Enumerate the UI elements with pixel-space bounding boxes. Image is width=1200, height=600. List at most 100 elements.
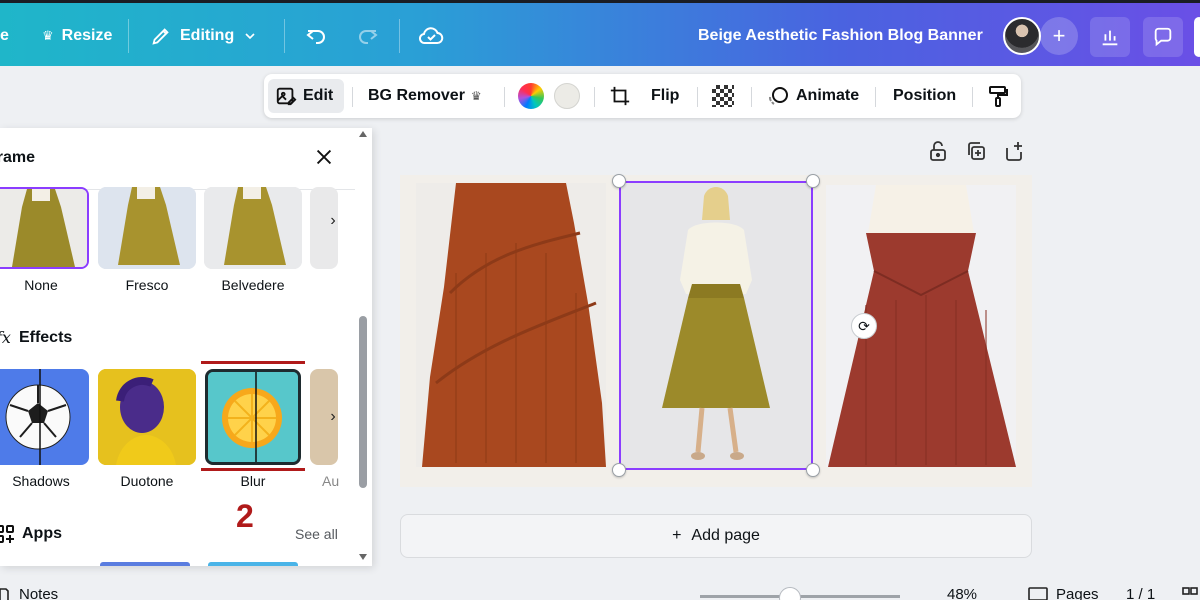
duplicate-page-icon[interactable] <box>966 140 986 162</box>
soccer-ball-icon <box>5 369 71 465</box>
effect-option-blur[interactable] <box>205 369 301 465</box>
design-title[interactable]: Beige Aesthetic Fashion Blog Banner <box>698 27 983 45</box>
page-actions <box>928 140 1024 162</box>
notes-button[interactable]: Notes <box>19 586 58 600</box>
header-divider <box>284 19 285 53</box>
redo-button[interactable] <box>356 6 380 66</box>
frame-option-belvedere[interactable] <box>204 187 302 269</box>
animate-button[interactable]: Animate <box>766 74 859 118</box>
share-add-button[interactable]: + <box>1040 17 1078 55</box>
home-menu-button[interactable]: e <box>0 6 9 66</box>
pages-button[interactable]: Pages <box>1056 586 1099 600</box>
editing-label: Editing <box>180 27 235 44</box>
paint-roller-icon <box>989 86 1008 107</box>
animate-label: Animate <box>796 87 860 104</box>
apps-section-title: Apps <box>0 525 62 543</box>
add-page-label: Add page <box>691 527 760 544</box>
frames-scroll-right-button[interactable]: › <box>324 212 342 230</box>
redo-icon <box>359 30 378 44</box>
avatar[interactable] <box>1003 17 1041 55</box>
toolbar-divider <box>352 87 353 107</box>
lock-icon[interactable] <box>928 140 948 162</box>
effect-label-partial: Au <box>322 473 340 489</box>
see-all-link[interactable]: See all <box>295 526 338 542</box>
plus-icon: + <box>1052 23 1066 48</box>
resize-handle-top-left[interactable] <box>612 174 626 188</box>
add-page-button[interactable]: + Add page <box>400 514 1032 558</box>
insights-button[interactable] <box>1090 17 1130 57</box>
color-swatch-button[interactable] <box>554 74 580 118</box>
fx-icon: fx <box>0 328 11 347</box>
close-icon[interactable] <box>313 146 335 168</box>
frame-label-fresco: Fresco <box>125 277 169 293</box>
crop-button[interactable] <box>609 74 631 118</box>
annotation-underline-top <box>201 361 305 364</box>
crown-icon: ♛ <box>470 89 482 103</box>
scroll-up-arrow-icon[interactable] <box>359 131 367 137</box>
effect-option-shadows[interactable] <box>0 369 89 465</box>
notes-icon[interactable] <box>0 587 10 600</box>
selection-frame <box>619 181 813 470</box>
resize-button[interactable]: ♛ Resize <box>42 6 112 66</box>
cloud-check-icon <box>418 27 444 44</box>
pages-icon[interactable] <box>1028 587 1048 600</box>
crop-icon <box>610 86 630 106</box>
edit-label: Edit <box>303 87 334 104</box>
bg-remover-label: BG Remover <box>368 87 465 104</box>
resize-label: Resize <box>61 27 113 44</box>
photo-rust-skirt-closeup[interactable] <box>416 183 606 467</box>
frame-option-none[interactable] <box>0 187 89 269</box>
panel-scrollbar-thumb[interactable] <box>359 316 367 488</box>
resize-handle-bottom-left[interactable] <box>612 463 626 477</box>
position-button[interactable]: Position <box>893 74 956 118</box>
color-picker-button[interactable] <box>518 74 544 118</box>
effects-section-title: fx Effects <box>0 328 72 347</box>
bottom-bar: Notes 48% Pages 1 / 1 <box>0 580 1200 600</box>
undo-button[interactable] <box>304 6 328 66</box>
plus-icon: + <box>672 527 682 544</box>
skirt-thumbnail-image <box>0 189 87 267</box>
orange-slice-image <box>208 372 298 462</box>
animate-icon <box>768 87 788 105</box>
flip-label: Flip <box>651 87 680 104</box>
effect-option-duotone[interactable] <box>98 369 196 465</box>
home-menu-label: e <box>0 27 9 44</box>
panel-title: Frame <box>0 149 36 166</box>
pencil-icon <box>152 28 169 45</box>
rotate-handle[interactable]: ⟳ <box>851 313 877 339</box>
add-page-icon[interactable] <box>1004 140 1024 162</box>
annotation-underline-bottom <box>201 468 305 471</box>
bg-remover-button[interactable]: BG Remover ♛ <box>368 74 482 118</box>
zoom-level[interactable]: 48% <box>947 586 977 600</box>
cloud-save-button[interactable] <box>418 6 444 66</box>
toolbar-divider <box>972 87 973 107</box>
skirt-thumbnail-image <box>204 187 302 269</box>
rotate-icon: ⟳ <box>858 317 870 334</box>
app-thumbnail-partial[interactable] <box>100 562 190 566</box>
transparency-button[interactable] <box>712 74 734 118</box>
color-wheel-icon <box>518 83 544 109</box>
page-count: 1 / 1 <box>1126 586 1156 600</box>
edit-button[interactable]: Edit <box>275 74 333 118</box>
annotation-number: 2 <box>236 498 254 534</box>
copy-style-button[interactable] <box>986 74 1010 118</box>
effects-scroll-right-button[interactable]: › <box>324 408 342 426</box>
effect-label-shadows: Shadows <box>12 473 70 489</box>
editing-mode-button[interactable]: Editing <box>150 6 258 66</box>
comments-button[interactable] <box>1143 17 1183 57</box>
frame-option-fresco[interactable] <box>98 187 196 269</box>
toolbar-divider <box>875 87 876 107</box>
frame-label-none: None <box>24 277 58 293</box>
flip-button[interactable]: Flip <box>651 74 679 118</box>
effect-label-duotone: Duotone <box>120 473 174 489</box>
effect-label-blur: Blur <box>240 473 266 489</box>
share-button-edge[interactable] <box>1194 17 1200 57</box>
grid-view-icon[interactable] <box>1182 587 1198 600</box>
app-thumbnail-partial[interactable] <box>208 562 298 566</box>
resize-handle-bottom-right[interactable] <box>806 463 820 477</box>
position-label: Position <box>893 87 957 104</box>
scroll-down-arrow-icon[interactable] <box>359 554 367 560</box>
crown-icon: ♛ <box>42 28 54 43</box>
top-header-bar: e ♛ Resize Editing Beige Aesthetic Fashi… <box>0 0 1200 66</box>
resize-handle-top-right[interactable] <box>806 174 820 188</box>
